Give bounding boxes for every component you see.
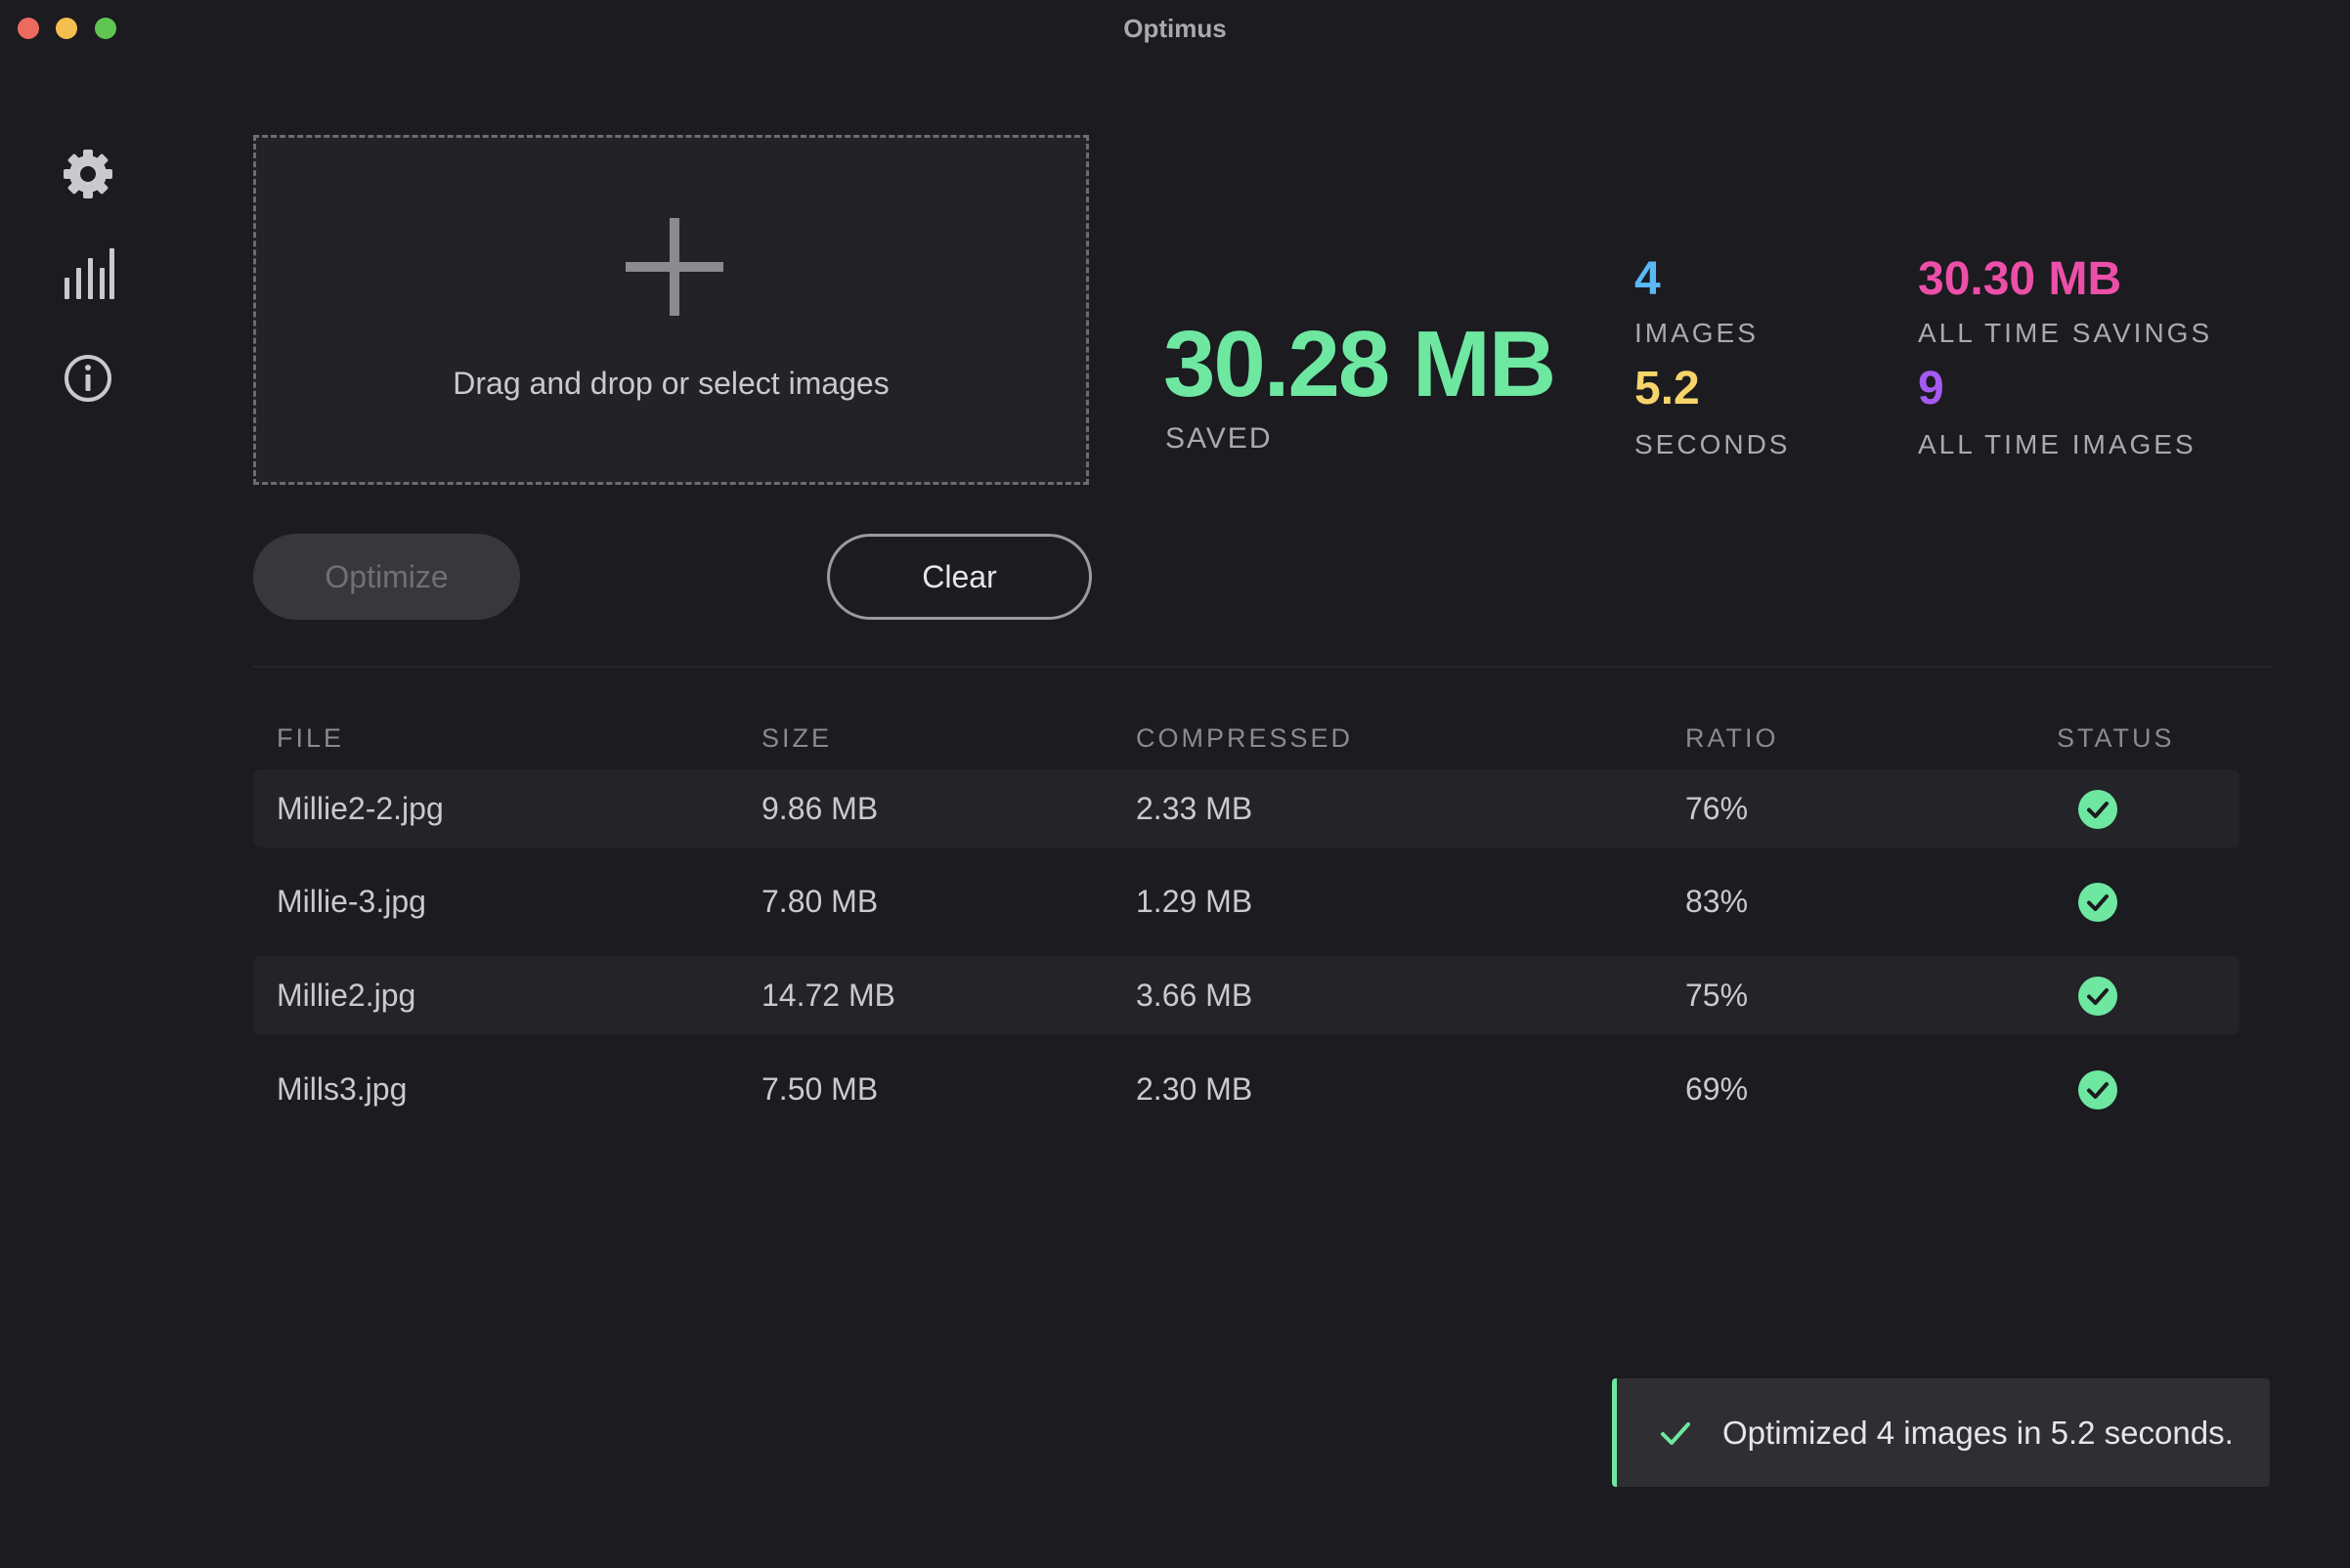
sidebar-item-about[interactable] <box>59 349 117 408</box>
all-time-savings-value: 30.30 MB <box>1918 253 2122 305</box>
dropzone-label: Drag and drop or select images <box>453 366 890 401</box>
images-count-label: IMAGES <box>1634 318 1759 348</box>
column-header-compressed[interactable]: COMPRESSED <box>1136 723 1353 754</box>
all-time-images-value: 9 <box>1918 363 1944 414</box>
app-window: Optimus Drag and drop or select images O… <box>0 0 2350 1568</box>
size-cell: 7.50 MB <box>762 1071 879 1107</box>
window-title: Optimus <box>1123 14 1227 43</box>
table-row[interactable]: Millie-3.jpg 7.80 MB 1.29 MB 83% <box>253 862 2240 940</box>
saved-size-value: 30.28 MB <box>1163 312 1556 416</box>
check-circle-icon <box>2078 790 2117 829</box>
image-dropzone[interactable]: Drag and drop or select images <box>253 135 1089 485</box>
title-bar: Optimus <box>0 0 2350 57</box>
column-header-size[interactable]: SIZE <box>762 723 832 754</box>
section-divider <box>253 666 2271 668</box>
compressed-cell: 3.66 MB <box>1136 978 1253 1013</box>
optimize-button[interactable]: Optimize <box>253 534 520 620</box>
ratio-cell: 76% <box>1685 791 1749 826</box>
sidebar-item-settings[interactable] <box>59 145 117 203</box>
check-circle-icon <box>2078 883 2117 922</box>
plus-icon <box>626 218 723 316</box>
table-row[interactable]: Millie2-2.jpg 9.86 MB 2.33 MB 76% <box>253 769 2240 848</box>
column-header-file[interactable]: FILE <box>277 723 344 754</box>
bar-chart-icon <box>65 248 114 299</box>
ratio-cell: 75% <box>1685 978 1749 1013</box>
info-icon <box>65 355 111 402</box>
all-time-savings-label: ALL TIME SAVINGS <box>1918 318 2213 348</box>
table-row[interactable]: Mills3.jpg 7.50 MB 2.30 MB 69% <box>253 1050 2240 1128</box>
success-toast[interactable]: Optimized 4 images in 5.2 seconds. <box>1612 1378 2270 1487</box>
column-header-ratio[interactable]: RATIO <box>1685 723 1779 754</box>
seconds-label: SECONDS <box>1634 429 1791 459</box>
compressed-cell: 2.33 MB <box>1136 791 1253 826</box>
file-name-cell: Millie2-2.jpg <box>277 791 444 826</box>
file-name-cell: Millie-3.jpg <box>277 884 426 919</box>
file-name-cell: Mills3.jpg <box>277 1071 408 1107</box>
gear-icon <box>64 150 112 198</box>
all-time-images-label: ALL TIME IMAGES <box>1918 429 2197 459</box>
check-icon <box>1661 1422 1690 1445</box>
seconds-value: 5.2 <box>1634 363 1700 414</box>
compressed-cell: 1.29 MB <box>1136 884 1253 919</box>
check-circle-icon <box>2078 977 2117 1016</box>
ratio-cell: 69% <box>1685 1071 1749 1107</box>
ratio-cell: 83% <box>1685 884 1749 919</box>
images-count-value: 4 <box>1634 253 1661 305</box>
table-row[interactable]: Millie2.jpg 14.72 MB 3.66 MB 75% <box>253 956 2240 1034</box>
check-circle-icon <box>2078 1070 2117 1110</box>
sidebar-item-stats[interactable] <box>59 244 117 303</box>
size-cell: 7.80 MB <box>762 884 879 919</box>
toast-message: Optimized 4 images in 5.2 seconds. <box>1722 1415 2234 1451</box>
saved-size-label: SAVED <box>1165 422 1273 455</box>
clear-button[interactable]: Clear <box>827 534 1092 620</box>
size-cell: 9.86 MB <box>762 791 879 826</box>
size-cell: 14.72 MB <box>762 978 895 1013</box>
column-header-status[interactable]: STATUS <box>2057 723 2175 754</box>
file-name-cell: Millie2.jpg <box>277 978 416 1013</box>
compressed-cell: 2.30 MB <box>1136 1071 1253 1107</box>
